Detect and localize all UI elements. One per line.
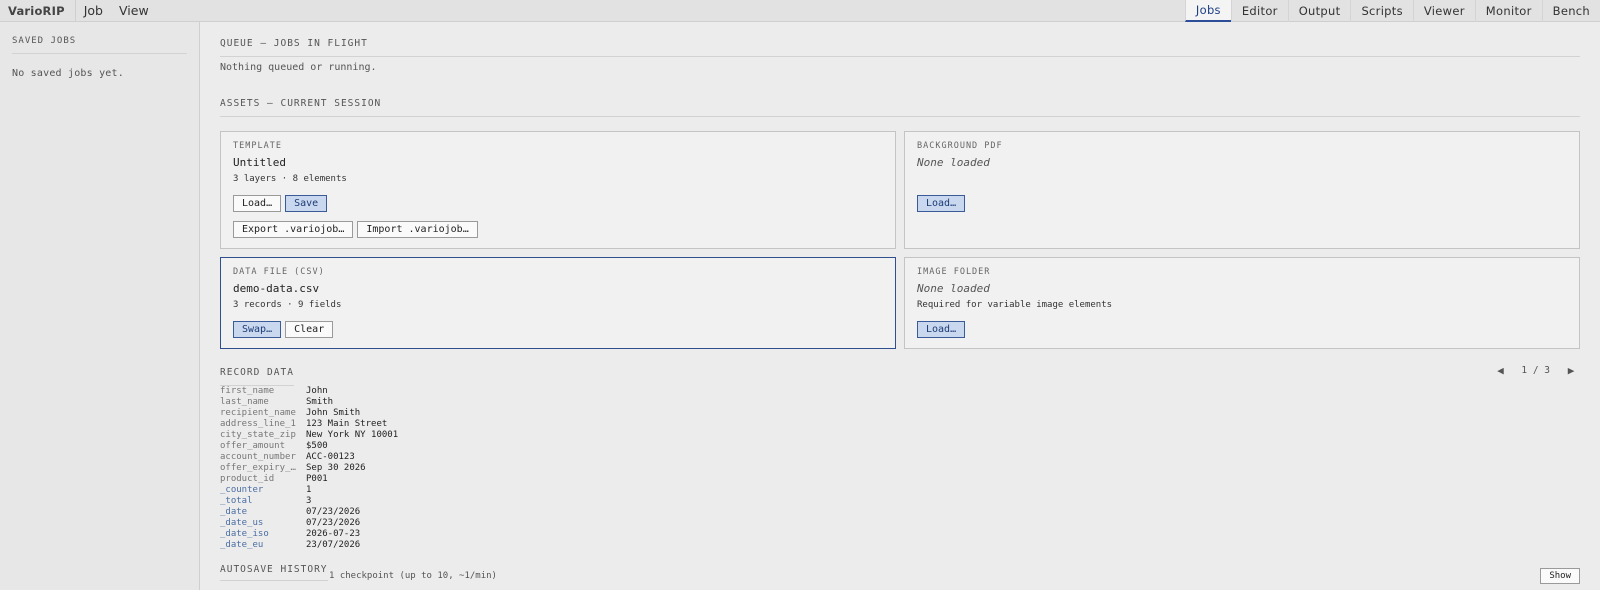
main-tabs: Jobs Editor Output Scripts Viewer Monito… bbox=[1184, 0, 1600, 22]
background-pdf-load-button[interactable]: Load… bbox=[917, 195, 966, 212]
image-folder-meta: Required for variable image elements bbox=[917, 300, 1113, 310]
record-field-key: account_number bbox=[220, 452, 296, 462]
record-field-key: first_name bbox=[220, 386, 275, 396]
template-label: TEMPLATE bbox=[233, 141, 282, 151]
export-variojob-button[interactable]: Export .variojob… bbox=[233, 221, 354, 238]
tab-editor[interactable]: Editor bbox=[1230, 0, 1288, 22]
record-field-row: city_state_zip New York NY 10001 bbox=[220, 430, 398, 441]
record-field-value: ACC-00123 bbox=[306, 452, 355, 462]
record-data-title: RECORD DATA bbox=[220, 367, 294, 386]
record-field-value: 123 Main Street bbox=[306, 419, 388, 429]
record-field-row: account_number ACC-00123 bbox=[220, 452, 398, 463]
record-field-value: John bbox=[306, 386, 328, 396]
data-file-clear-button[interactable]: Clear bbox=[285, 321, 334, 338]
record-field-key: offer_amount bbox=[220, 441, 286, 451]
record-field-key: _date_eu bbox=[220, 540, 264, 550]
jobs-main: QUEUE — JOBS IN FLIGHT Nothing queued or… bbox=[220, 22, 1580, 590]
record-field-value: New York NY 10001 bbox=[306, 430, 399, 440]
autosave-title: AUTOSAVE HISTORY bbox=[220, 564, 328, 581]
record-field-value: 07/23/2026 bbox=[306, 507, 361, 517]
record-field-row: _date_us 07/23/2026 bbox=[220, 518, 398, 529]
template-save-button[interactable]: Save bbox=[285, 195, 328, 212]
tab-bench[interactable]: Bench bbox=[1541, 0, 1600, 22]
saved-jobs-sidebar: SAVED JOBS No saved jobs yet. bbox=[0, 22, 200, 590]
queue-empty: Nothing queued or running. bbox=[220, 62, 377, 73]
image-folder-card: IMAGE FOLDER None loaded Required for va… bbox=[904, 257, 1580, 349]
record-field-key: _date bbox=[220, 507, 248, 517]
menu-view[interactable]: View bbox=[111, 0, 157, 21]
record-pager: ◀ 1 / 3 ▶ bbox=[1491, 364, 1580, 377]
menubar: VarioRIP Job View Jobs Editor Output Scr… bbox=[0, 0, 1600, 22]
next-record-icon[interactable]: ▶ bbox=[1562, 364, 1580, 377]
record-count: 1 / 3 bbox=[1521, 365, 1550, 376]
saved-jobs-title: SAVED JOBS bbox=[12, 36, 187, 54]
autosave-note: 1 checkpoint (up to 10, ~1/min) bbox=[329, 571, 497, 581]
record-field-value: 2026-07-23 bbox=[306, 529, 361, 539]
record-field-value: 1 bbox=[306, 485, 312, 495]
assets-title: ASSETS — CURRENT SESSION bbox=[220, 98, 1580, 117]
record-field-key: offer_expiry_… bbox=[220, 463, 296, 473]
data-file-meta: 3 records · 9 fields bbox=[233, 300, 342, 310]
record-field-value: John Smith bbox=[306, 408, 361, 418]
tab-output[interactable]: Output bbox=[1287, 0, 1351, 22]
record-field-key: _date_iso bbox=[220, 529, 269, 539]
data-file-name: demo-data.csv bbox=[233, 282, 320, 295]
data-file-label: DATA FILE (CSV) bbox=[233, 267, 325, 277]
image-folder-load-button[interactable]: Load… bbox=[917, 321, 966, 338]
template-meta: 3 layers · 8 elements bbox=[233, 174, 347, 184]
record-field-key: recipient_name bbox=[220, 408, 296, 418]
template-card: TEMPLATE Untitled 3 layers · 8 elements … bbox=[220, 131, 896, 249]
template-load-button[interactable]: Load… bbox=[233, 195, 282, 212]
record-fields: first_name John last_name Smith recipient_na… bbox=[220, 386, 398, 551]
record-field-row: product_id P001 bbox=[220, 474, 398, 485]
record-field-key: address_line_1 bbox=[220, 419, 296, 429]
record-field-value: 23/07/2026 bbox=[306, 540, 361, 550]
record-field-value: Sep 30 2026 bbox=[306, 463, 366, 473]
record-field-row: _date 07/23/2026 bbox=[220, 507, 398, 518]
saved-jobs-empty: No saved jobs yet. bbox=[12, 68, 124, 79]
tab-jobs[interactable]: Jobs bbox=[1184, 0, 1231, 22]
record-field-value: 3 bbox=[306, 496, 312, 506]
record-field-row: _total 3 bbox=[220, 496, 398, 507]
record-field-row: offer_amount $500 bbox=[220, 441, 398, 452]
record-field-row: address_line_1 123 Main Street bbox=[220, 419, 398, 430]
record-field-row: _counter 1 bbox=[220, 485, 398, 496]
record-field-row: last_name Smith bbox=[220, 397, 398, 408]
autosave-show-button[interactable]: Show bbox=[1540, 568, 1580, 584]
data-file-swap-button[interactable]: Swap… bbox=[233, 321, 282, 338]
record-field-key: last_name bbox=[220, 397, 269, 407]
background-pdf-card: BACKGROUND PDF None loaded Load… bbox=[904, 131, 1580, 249]
tab-viewer[interactable]: Viewer bbox=[1412, 0, 1475, 22]
tab-scripts[interactable]: Scripts bbox=[1350, 0, 1412, 22]
background-pdf-label: BACKGROUND PDF bbox=[917, 141, 1003, 151]
import-variojob-button[interactable]: Import .variojob… bbox=[357, 221, 478, 238]
app-brand: VarioRIP bbox=[0, 0, 76, 21]
record-field-value: 07/23/2026 bbox=[306, 518, 361, 528]
record-field-key: _total bbox=[220, 496, 253, 506]
image-folder-status: None loaded bbox=[917, 282, 990, 295]
image-folder-label: IMAGE FOLDER bbox=[917, 267, 991, 277]
data-file-card: DATA FILE (CSV) demo-data.csv 3 records … bbox=[220, 257, 896, 349]
queue-title: QUEUE — JOBS IN FLIGHT bbox=[220, 38, 1580, 57]
record-field-key: _counter bbox=[220, 485, 264, 495]
record-field-row: _date_iso 2026-07-23 bbox=[220, 529, 398, 540]
prev-record-icon[interactable]: ◀ bbox=[1491, 364, 1509, 377]
record-field-value: P001 bbox=[306, 474, 328, 484]
record-field-value: $500 bbox=[306, 441, 328, 451]
record-field-value: Smith bbox=[306, 397, 334, 407]
tab-monitor[interactable]: Monitor bbox=[1474, 0, 1542, 22]
template-name: Untitled bbox=[233, 156, 286, 169]
record-field-key: _date_us bbox=[220, 518, 264, 528]
record-field-row: first_name John bbox=[220, 386, 398, 397]
record-field-row: offer_expiry_… Sep 30 2026 bbox=[220, 463, 398, 474]
record-field-row: recipient_name John Smith bbox=[220, 408, 398, 419]
background-pdf-status: None loaded bbox=[917, 156, 990, 169]
record-field-key: city_state_zip bbox=[220, 430, 296, 440]
record-field-key: product_id bbox=[220, 474, 275, 484]
record-field-row: _date_eu 23/07/2026 bbox=[220, 540, 398, 551]
menu-job[interactable]: Job bbox=[76, 0, 111, 21]
